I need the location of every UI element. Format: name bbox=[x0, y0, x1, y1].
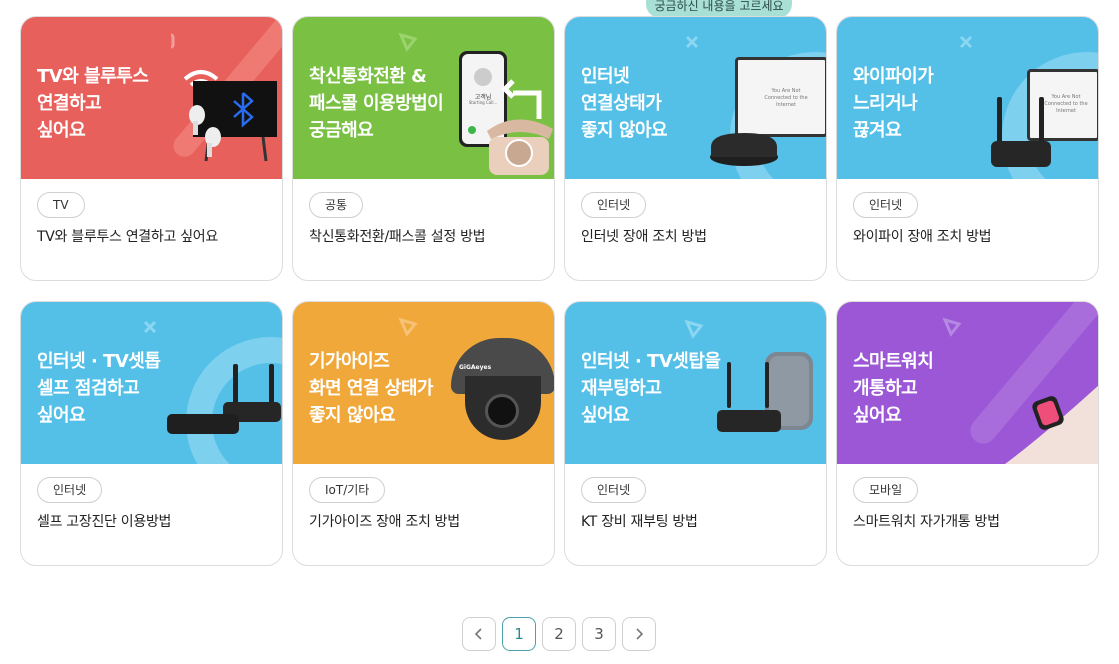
category-tag: 인터넷 bbox=[37, 477, 103, 503]
card-description: 기가아이즈 장애 조치 방법 bbox=[309, 514, 460, 530]
card-description: KT 장비 재부팅 방법 bbox=[581, 514, 698, 530]
faq-card-self-check[interactable]: 인터넷 · TV셋톱 셀프 점검하고 싶어요 인터넷 셀프 고장진단 이용방법 bbox=[20, 301, 283, 566]
smartwatch-illustration bbox=[1005, 385, 1098, 464]
camera-brand-text: GiGAeyes bbox=[459, 364, 492, 371]
router-illustration bbox=[710, 133, 778, 166]
category-tag: TV bbox=[37, 192, 85, 218]
card-thumbnail: 와이파이가 느리거나 끊겨요 You Are Not Connected to … bbox=[837, 17, 1098, 179]
category-tag: 인터넷 bbox=[853, 192, 919, 218]
card-thumb-title: 착신통화전환 & 패스콜 이용방법이 궁금해요 bbox=[309, 66, 444, 141]
faq-card-tv-bluetooth[interactable]: TV와 블루투스 연결하고 싶어요 TV TV와 블루투스 연결하고 싶어요 bbox=[20, 16, 283, 281]
card-thumb-title: 스마트워치 개통하고 싶어요 bbox=[853, 351, 934, 426]
category-tag: 인터넷 bbox=[581, 477, 647, 503]
card-description: 와이파이 장애 조치 방법 bbox=[853, 229, 992, 245]
category-tag: 공통 bbox=[309, 192, 364, 218]
tv-bluetooth-illustration bbox=[183, 70, 277, 162]
category-tag: IoT/기타 bbox=[309, 477, 386, 503]
card-thumbnail: 인터넷 · TV셋톱 셀프 점검하고 싶어요 bbox=[21, 302, 282, 464]
card-thumb-title: TV와 블루투스 연결하고 싶어요 bbox=[37, 66, 149, 141]
card-description: 스마트워치 자가개통 방법 bbox=[853, 514, 1000, 530]
faq-card-internet-status[interactable]: 인터넷 연결상태가 좋지 않아요 You Are Not Connected t… bbox=[564, 16, 827, 281]
cctv-camera-illustration: GiGAeyes bbox=[451, 338, 554, 444]
card-thumb-title: 인터넷 · TV셋탑을 재부팅하고 싶어요 bbox=[581, 351, 721, 426]
faq-card-call-forwarding[interactable]: 착신통화전환 & 패스콜 이용방법이 궁금해요 고객님 Starting Cal… bbox=[292, 16, 555, 281]
card-thumbnail: 인터넷 연결상태가 좋지 않아요 You Are Not Connected t… bbox=[565, 17, 826, 179]
card-thumbnail: TV와 블루투스 연결하고 싶어요 bbox=[21, 17, 282, 179]
next-page-button[interactable] bbox=[622, 617, 656, 651]
chevron-right-icon bbox=[636, 628, 644, 640]
card-thumbnail: 기가아이즈 화면 연결 상태가 좋지 않아요 GiGAeyes bbox=[293, 302, 554, 464]
pagination: 1 2 3 bbox=[462, 617, 656, 651]
card-thumb-title: 와이파이가 느리거나 끊겨요 bbox=[853, 66, 934, 141]
page-button-3[interactable]: 3 bbox=[582, 617, 616, 651]
chevron-left-icon bbox=[474, 628, 482, 640]
rotary-phone-illustration bbox=[487, 79, 553, 175]
category-tag: 인터넷 bbox=[581, 192, 647, 218]
card-thumbnail: 착신통화전환 & 패스콜 이용방법이 궁금해요 고객님 Starting Cal… bbox=[293, 17, 554, 179]
router-settop-illustration bbox=[717, 352, 813, 432]
card-description: 인터넷 장애 조치 방법 bbox=[581, 229, 707, 245]
page-button-1[interactable]: 1 bbox=[502, 617, 536, 651]
card-thumb-title: 인터넷 연결상태가 좋지 않아요 bbox=[581, 66, 668, 141]
faq-card-giga-eyes[interactable]: 기가아이즈 화면 연결 상태가 좋지 않아요 GiGAeyes IoT/기타 기… bbox=[292, 301, 555, 566]
page-button-2[interactable]: 2 bbox=[542, 617, 576, 651]
faq-card-wifi-slow[interactable]: 와이파이가 느리거나 끊겨요 You Are Not Connected to … bbox=[836, 16, 1099, 281]
card-description: 셀프 고장진단 이용방법 bbox=[37, 514, 172, 530]
faq-card-reboot[interactable]: 인터넷 · TV셋탑을 재부팅하고 싶어요 인터넷 KT 장비 재부팅 방법 bbox=[564, 301, 827, 566]
faq-card-smartwatch[interactable]: 스마트워치 개통하고 싶어요 모바일 스마트워치 자가개통 방법 bbox=[836, 301, 1099, 566]
wifi-router-illustration bbox=[991, 97, 1051, 167]
laptop-screen-text: You Are Not Connected to the Internet bbox=[764, 88, 808, 108]
card-description: 착신통화전환/패스콜 설정 방법 bbox=[309, 229, 486, 245]
card-description: TV와 블루투스 연결하고 싶어요 bbox=[37, 229, 218, 245]
category-tag: 모바일 bbox=[853, 477, 919, 503]
card-thumbnail: 스마트워치 개통하고 싶어요 bbox=[837, 302, 1098, 464]
router-settop-illustration bbox=[167, 364, 281, 434]
card-thumbnail: 인터넷 · TV셋탑을 재부팅하고 싶어요 bbox=[565, 302, 826, 464]
card-thumb-title: 기가아이즈 화면 연결 상태가 좋지 않아요 bbox=[309, 351, 433, 426]
prev-page-button[interactable] bbox=[462, 617, 496, 651]
card-thumb-title: 인터넷 · TV셋톱 셀프 점검하고 싶어요 bbox=[37, 351, 161, 426]
